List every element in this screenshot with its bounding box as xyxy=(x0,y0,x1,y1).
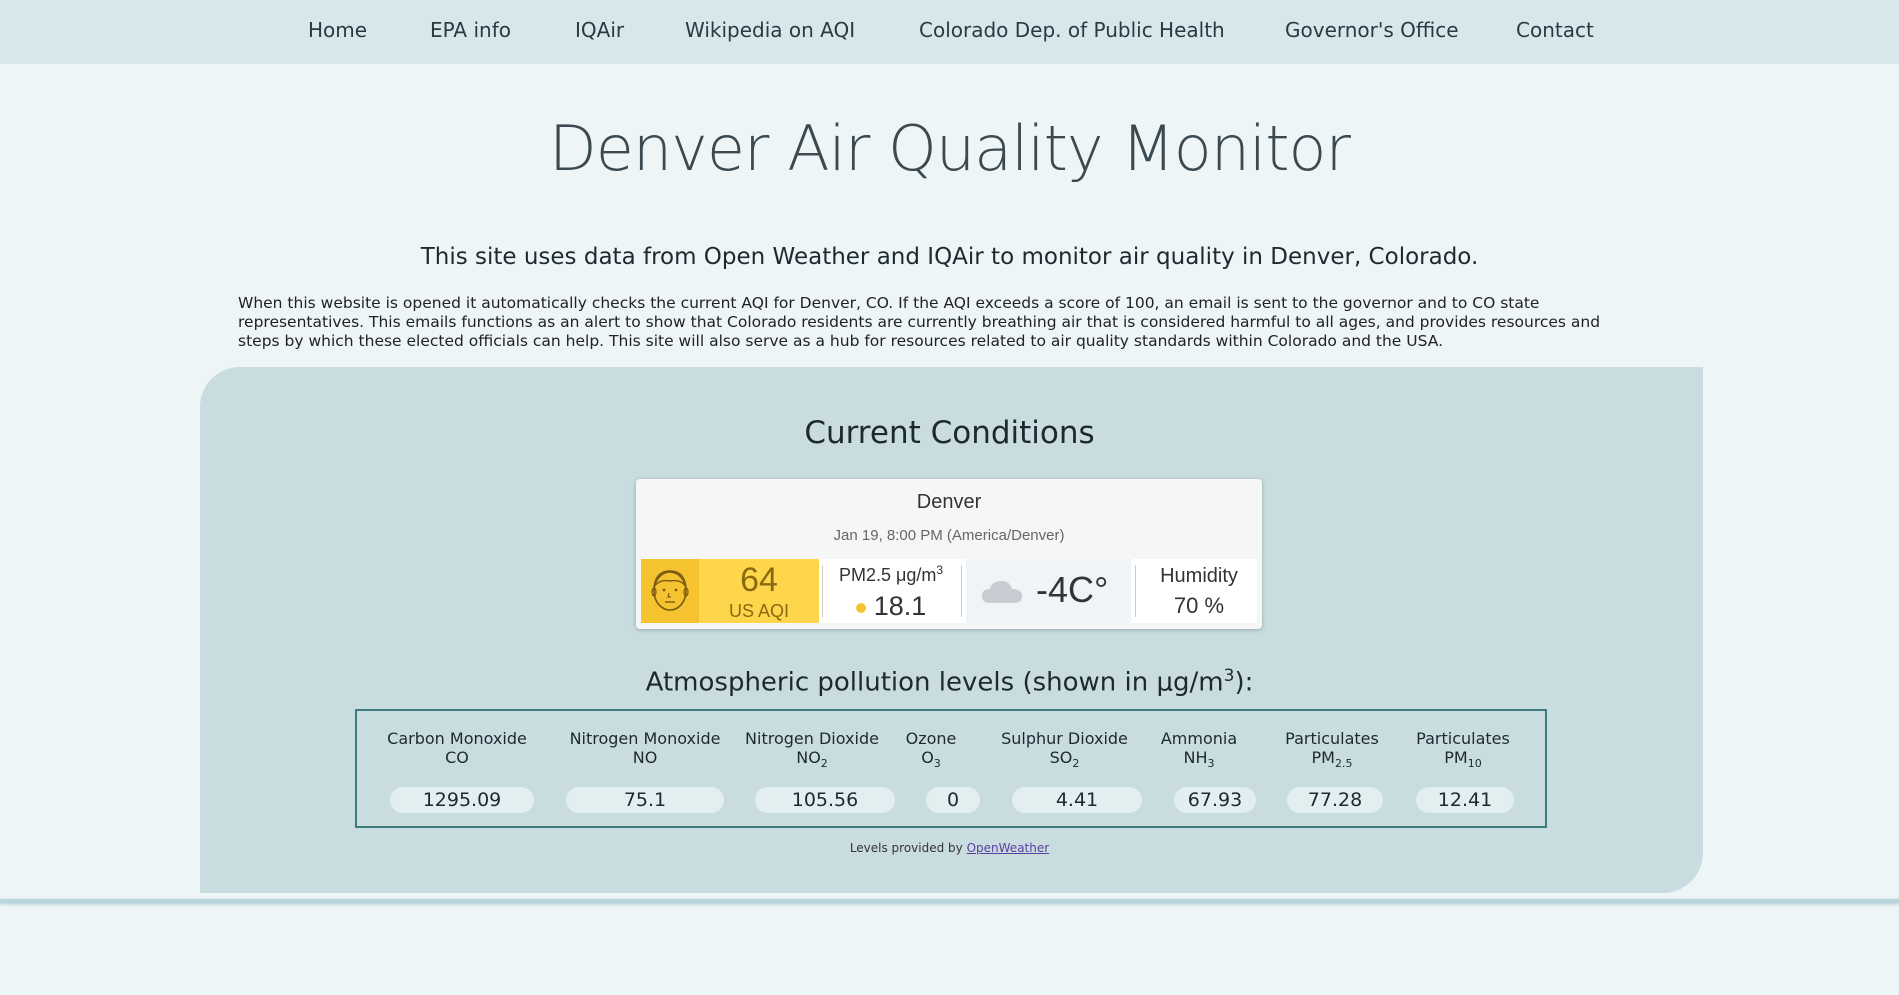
pollutant-formula: O3 xyxy=(921,748,941,771)
pollution-heading: Atmospheric pollution levels (shown in μ… xyxy=(645,666,1254,698)
weather-box: -4C° xyxy=(966,559,1131,623)
face-icon xyxy=(641,559,699,623)
pollution-levels-box: Carbon Monoxide CO 1295.09 Nitrogen Mono… xyxy=(355,709,1547,828)
pollutant-name: Carbon Monoxide xyxy=(387,729,527,748)
pollutant-no2: Nitrogen Dioxide NO2 xyxy=(742,729,882,773)
divider xyxy=(1135,565,1136,617)
pollutant-pm25: Particulates PM2.5 xyxy=(1276,729,1388,773)
aqi-widget[interactable]: Denver Jan 19, 8:00 PM (America/Denver) … xyxy=(636,479,1262,629)
pollutant-formula: PM2.5 xyxy=(1311,748,1353,771)
nav-governor-link[interactable]: Governor's Office xyxy=(1285,18,1459,42)
divider xyxy=(822,565,823,617)
pollutant-value: 12.41 xyxy=(1416,787,1514,813)
humidity-value: 70 % xyxy=(1173,593,1225,618)
pollutant-name: Nitrogen Dioxide xyxy=(745,729,879,748)
pollutant-formula: NO xyxy=(632,748,658,767)
dot-icon xyxy=(855,602,866,613)
widget-time: Jan 19, 8:00 PM (America/Denver) xyxy=(833,527,1065,544)
aqi-badge: 64 US AQI xyxy=(641,559,819,623)
nav-iqair-link[interactable]: IQAir xyxy=(575,18,624,42)
pollutant-formula: SO2 xyxy=(1049,748,1080,771)
pollutant-name: Nitrogen Monoxide xyxy=(569,729,721,748)
pollutant-formula: PM10 xyxy=(1444,748,1482,771)
pollutant-value: 67.93 xyxy=(1174,787,1256,813)
pollutant-formula: NO2 xyxy=(796,748,828,771)
temperature-value: -4C° xyxy=(1036,569,1109,610)
footer-divider xyxy=(0,899,1899,903)
pollutant-name: Ozone xyxy=(905,729,957,748)
pollutant-value: 0 xyxy=(926,787,980,813)
pollutant-nh3: Ammonia NH3 xyxy=(1154,729,1244,773)
widget-city: Denver xyxy=(916,491,982,513)
pm25-label: PM2.5 μg/m3 xyxy=(838,563,944,585)
nav-contact-link[interactable]: Contact xyxy=(1516,18,1594,42)
pollutant-formula: CO xyxy=(445,748,469,767)
page-title: Denver Air Quality Monitor xyxy=(549,112,1351,185)
nav-colorado-health-link[interactable]: Colorado Dep. of Public Health xyxy=(919,18,1225,42)
pollutant-value: 105.56 xyxy=(755,787,895,813)
pollutant-value: 1295.09 xyxy=(390,787,534,813)
page-subtitle: This site uses data from Open Weather an… xyxy=(420,244,1479,270)
nav-epa-link[interactable]: EPA info xyxy=(430,18,511,42)
pollutant-pm10: Particulates PM10 xyxy=(1407,729,1519,773)
pollutant-value: 75.1 xyxy=(566,787,724,813)
openweather-link[interactable]: OpenWeather xyxy=(967,841,1050,855)
pollutant-name: Ammonia xyxy=(1160,729,1238,748)
widget-row: 64 US AQI PM2.5 μg/m3 18.1 -4C° Humidity… xyxy=(641,559,1257,623)
cloud-icon xyxy=(980,577,1024,610)
top-nav: Home EPA info IQAir Wikipedia on AQI Col… xyxy=(0,0,1899,64)
pollutant-no: Nitrogen Monoxide NO xyxy=(565,729,725,773)
pollutant-formula: NH3 xyxy=(1183,748,1215,771)
aqi-label: US AQI xyxy=(728,601,790,621)
pollutant-o3: Ozone O3 xyxy=(902,729,960,773)
pollutant-value: 4.41 xyxy=(1012,787,1142,813)
pollutant-name: Particulates xyxy=(1416,729,1510,748)
nav-home-link[interactable]: Home xyxy=(308,18,367,42)
intro-paragraph: When this website is opened it automatic… xyxy=(238,294,1601,350)
humidity-label: Humidity xyxy=(1160,565,1238,587)
pollutant-name: Particulates xyxy=(1285,729,1379,748)
pollutant-co: Carbon Monoxide CO xyxy=(385,729,529,773)
nav-wikipedia-link[interactable]: Wikipedia on AQI xyxy=(685,18,855,42)
current-conditions-heading: Current Conditions xyxy=(804,415,1095,451)
divider xyxy=(961,565,962,617)
pollutant-name: Sulphur Dioxide xyxy=(1001,729,1128,748)
aqi-value: 64 xyxy=(740,561,778,599)
pollutant-so2: Sulphur Dioxide SO2 xyxy=(997,729,1132,773)
pollutant-value: 77.28 xyxy=(1287,787,1383,813)
pm25-value: 18.1 xyxy=(826,591,956,622)
levels-credit: Levels provided by OpenWeather xyxy=(849,841,1050,855)
